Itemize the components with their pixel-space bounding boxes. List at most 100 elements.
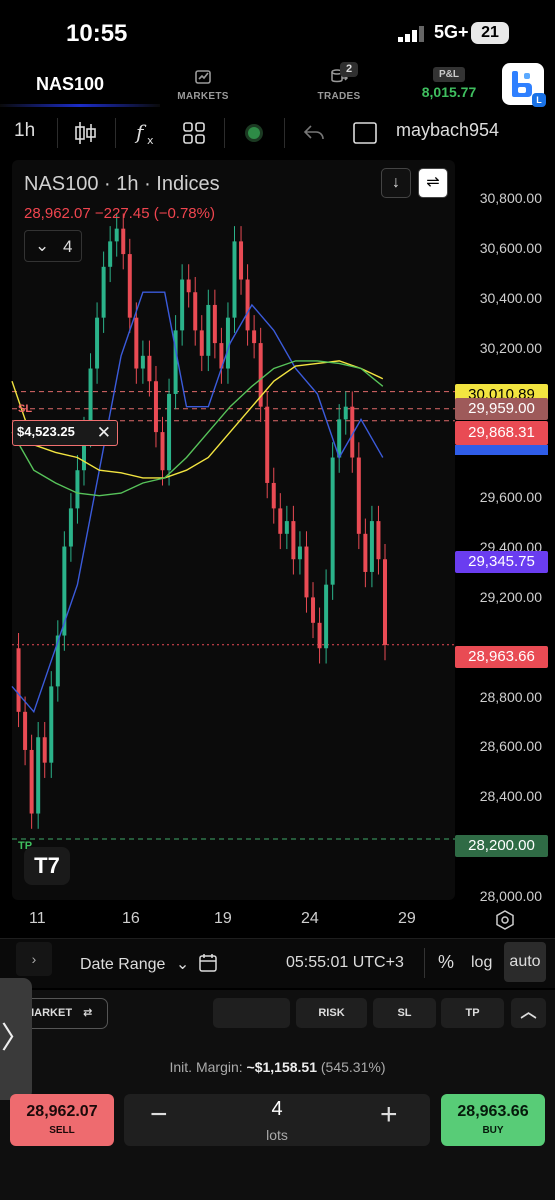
candle-body (311, 597, 316, 623)
download-button[interactable]: ↓ (381, 168, 411, 198)
percent-scale-button[interactable]: % (438, 952, 454, 973)
network-label: 5G+ (434, 22, 469, 42)
candle-body (317, 622, 322, 649)
candle-body (49, 686, 54, 763)
price-tag-entry: 29,868.31 (455, 421, 548, 445)
log-scale-button[interactable]: log (471, 954, 492, 972)
buy-price: 28,963.66 (457, 1103, 529, 1120)
clock-timezone[interactable]: 05:55:01 UTC+3 (286, 954, 404, 972)
decrease-quantity-button[interactable]: − (150, 1098, 168, 1132)
swap-icon: ⇄ (83, 1007, 93, 1019)
indicator-toggle-button[interactable]: ⌄ 4 (24, 230, 82, 262)
sell-button[interactable]: 28,962.07 SELL (10, 1094, 114, 1146)
candle-body (239, 241, 244, 280)
candle-body (376, 521, 381, 560)
candle-body (95, 317, 100, 369)
candle-body (206, 304, 211, 356)
candle-body (108, 241, 113, 267)
candle-body (153, 381, 158, 433)
auto-scale-button[interactable]: auto (504, 942, 546, 982)
candle-body (363, 533, 368, 572)
side-drawer-handle[interactable]: 〉 (0, 978, 32, 1100)
sell-label: SELL (49, 1125, 75, 1136)
chevron-down-icon: ⌄ (35, 236, 50, 255)
candle-body (232, 241, 237, 318)
price-tag-sl: 29,959.00 (455, 398, 548, 420)
buy-button[interactable]: 28,963.66 BUY (441, 1094, 545, 1146)
close-icon[interactable]: ✕ (97, 423, 111, 443)
date-range-button[interactable]: Date Range ⌄ (80, 954, 189, 974)
axis-settings-icon[interactable] (494, 909, 516, 931)
chevron-right-icon: 〉 (1, 1022, 31, 1055)
margin-percent: (545.31%) (320, 1059, 386, 1075)
sl-button[interactable]: SL (373, 998, 436, 1028)
tp-button[interactable]: TP (441, 998, 504, 1028)
price-tag-current: 28,963.66 (455, 646, 548, 668)
active-tab-indicator (0, 104, 160, 107)
toolbar-divider (57, 118, 58, 148)
account-badge: L (532, 93, 546, 107)
price-tag-tp: 28,200.00 (455, 835, 548, 857)
date-range-label: Date Range (80, 956, 166, 973)
username-label[interactable]: maybach954 (396, 120, 499, 146)
y-axis-label: 30,800.00 (479, 190, 542, 206)
calendar-icon[interactable] (198, 952, 220, 974)
candle-body (29, 749, 34, 814)
risk-button[interactable]: RISK (296, 998, 367, 1028)
interval-button[interactable]: 1h (14, 120, 35, 146)
pl-summary[interactable]: P&L 8,015.77 (416, 64, 482, 100)
price-chart[interactable] (0, 160, 555, 940)
candle-body (278, 508, 283, 534)
toolbar-divider (224, 118, 225, 148)
empty-field[interactable] (213, 998, 290, 1028)
quantity-value[interactable]: 4 (250, 1098, 304, 1121)
settings-icon: ⇌ (426, 174, 440, 191)
quantity-unit: lots (266, 1127, 288, 1143)
indicator-count: 4 (63, 237, 73, 256)
candle-body (383, 559, 387, 645)
toolbar-divider (284, 118, 285, 148)
alert-dot-icon[interactable] (243, 122, 265, 144)
signal-icon (398, 26, 424, 42)
markets-nav-button[interactable]: MARKETS (172, 66, 234, 102)
chevron-down-icon: ⌄ (175, 956, 190, 973)
y-axis-label: 29,600.00 (479, 489, 542, 505)
candle-body (127, 254, 132, 318)
tradingview-logo[interactable]: T7 (24, 847, 70, 885)
candle-body (297, 546, 302, 560)
svg-text:x: x (147, 134, 154, 146)
indicators-icon[interactable]: f x (134, 120, 160, 146)
candle-body (16, 648, 21, 712)
layout-grid-icon[interactable] (182, 121, 206, 145)
candle-body (265, 406, 270, 483)
price-tag-blue (455, 445, 548, 455)
buy-label: BUY (482, 1125, 504, 1136)
candles-icon[interactable] (72, 120, 98, 146)
order-amount: $4,523.25 (17, 424, 75, 439)
candle-body (369, 521, 374, 572)
y-axis-label: 28,000.00 (479, 888, 542, 904)
margin-label: Init. Margin: (169, 1059, 243, 1075)
trades-count-badge: 2 (340, 62, 358, 77)
order-type-label: MARKET (25, 1007, 73, 1019)
chart-settings-button[interactable]: ⇌ (418, 168, 448, 198)
x-axis-label: 11 (29, 910, 46, 927)
y-axis-label: 30,400.00 (479, 290, 542, 306)
candle-body (68, 508, 73, 547)
chevron-up-icon[interactable]: ︿ (511, 998, 546, 1028)
increase-quantity-button[interactable]: + (380, 1098, 398, 1132)
pl-value: 8,015.77 (421, 84, 477, 100)
candle-body (284, 521, 289, 534)
candle-body (304, 546, 309, 598)
symbol-tab[interactable]: NAS100 (36, 74, 104, 95)
fullscreen-icon[interactable] (352, 121, 378, 145)
candle-body (134, 317, 139, 369)
initial-margin: Init. Margin: ~$1,158.51 (545.31%) (0, 1059, 555, 1075)
y-axis-label: 29,200.00 (479, 589, 542, 605)
undo-icon[interactable] (302, 122, 326, 144)
battery-icon: 21 (471, 22, 509, 44)
expand-button[interactable]: › (16, 942, 52, 976)
candle-body (160, 432, 165, 471)
x-axis-label: 19 (214, 910, 232, 927)
candle-body (199, 330, 204, 356)
